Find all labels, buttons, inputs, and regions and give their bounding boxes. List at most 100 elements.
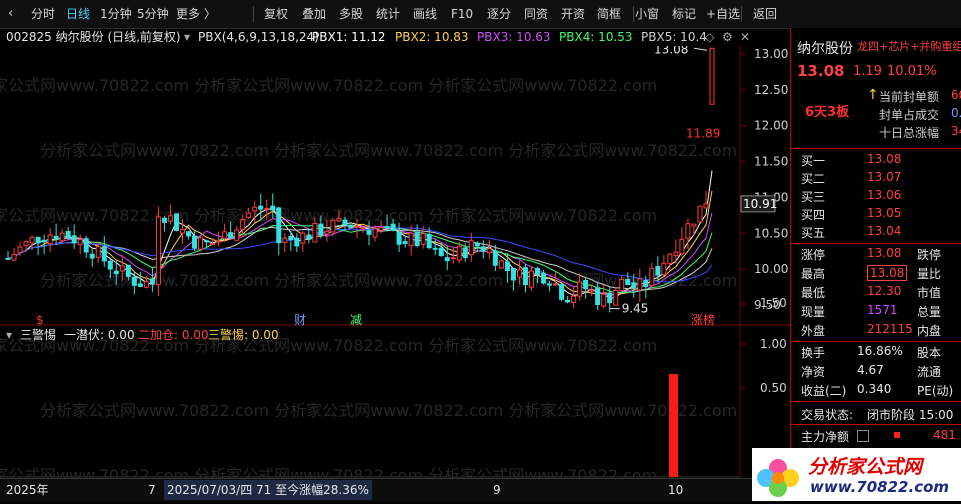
concept-tags[interactable]: 龙四+芯片+并购重组 xyxy=(857,38,961,54)
pbx-label[interactable]: PBX(4,6,9,13,18,24) xyxy=(198,28,319,46)
stat-right-label: 内盘 xyxy=(917,324,942,338)
current-price-tag: 10.91 xyxy=(743,197,777,211)
candle-body xyxy=(474,242,480,247)
candle-body xyxy=(390,223,396,231)
candle-body xyxy=(498,260,504,269)
bid-price: 13.06 xyxy=(867,188,902,202)
candle-body xyxy=(119,265,125,272)
candle-body xyxy=(312,222,318,243)
y-axis-label: 12.00 xyxy=(754,119,788,133)
toolbar-item-13[interactable]: 开资 xyxy=(561,0,585,28)
toolbar-item-1[interactable]: 日线 xyxy=(66,0,90,28)
toolbar-item-16[interactable]: 标记 xyxy=(672,0,696,28)
dropdown-icon[interactable]: ▾ xyxy=(184,28,190,46)
event-marker: 财 xyxy=(294,313,306,327)
candle-body xyxy=(559,284,565,300)
limit-annotation: 11.89 xyxy=(686,127,720,141)
candle-body xyxy=(71,235,77,244)
candle-body xyxy=(228,232,234,239)
toolbar-item-2[interactable]: 1分钟 xyxy=(100,0,132,28)
candle-body xyxy=(186,231,192,237)
candle-body xyxy=(510,267,516,281)
toolbar-item-5[interactable]: 复权 xyxy=(264,0,288,28)
candle-body xyxy=(571,295,577,303)
toolbar-item-8[interactable]: 统计 xyxy=(376,0,400,28)
candle-body xyxy=(35,236,41,244)
candle-body xyxy=(198,237,204,250)
candle-body xyxy=(649,267,655,286)
toolbar-item-7[interactable]: 多股 xyxy=(339,0,363,28)
candle-body xyxy=(210,242,216,245)
toolbar-item-17[interactable]: +自选 xyxy=(706,0,740,28)
candle-body xyxy=(240,219,246,230)
toolbar: ‹ 分时 日线 1分钟 5分钟 更多 〉 复权 叠加 多股 统计 画线 F10 逐分 同资 开资 简框 小窗标… xyxy=(0,0,961,29)
candle-body xyxy=(528,270,534,288)
candle-body xyxy=(438,247,444,257)
candle-body xyxy=(426,234,432,249)
candle-body xyxy=(149,278,155,285)
seal-ratio-value: 0.7 xyxy=(951,106,961,120)
seal-ratio-label: 封单占成交 xyxy=(879,108,940,122)
sub-y-axis-label: 1.50 xyxy=(760,296,787,310)
pbx2-value: PBX2: 10.83 xyxy=(395,30,469,44)
toolbar-item-11[interactable]: 逐分 xyxy=(487,0,511,28)
candle-body xyxy=(396,231,402,245)
toolbar-item-4[interactable]: 更多 〉 xyxy=(176,0,216,28)
sub-item-1: 一潜伏: 0.00 xyxy=(64,328,135,342)
time-axis-bar: 2025年 7 2025/07/03/四 71 至今涨幅28.36% 9 10 xyxy=(0,478,790,502)
sub-y-axis-label: 1.00 xyxy=(760,337,787,351)
settings-icon[interactable]: ⚙ xyxy=(722,28,733,46)
kline-chart[interactable]: 分析家公式网www.70822.com 分析家公式网www.70822.com … xyxy=(0,46,790,478)
stat-value: 13.08 xyxy=(867,246,902,260)
toolbar-item-14[interactable]: 简框 xyxy=(597,0,621,28)
trade-status-label: 交易状态: xyxy=(801,408,854,422)
candle-body xyxy=(360,227,366,230)
candle-body xyxy=(378,226,384,231)
stat-value: 1571 xyxy=(867,303,898,317)
stat2-value: 16.86% xyxy=(857,344,903,358)
prev-icon[interactable]: ‹ xyxy=(8,0,13,28)
toolbar-item-15[interactable]: 小窗 xyxy=(635,0,659,28)
toolbar-item-6[interactable]: 叠加 xyxy=(302,0,326,28)
candle-body xyxy=(270,205,276,211)
candle-body xyxy=(408,232,414,246)
candle-body xyxy=(348,224,354,229)
candle-body xyxy=(216,240,222,243)
candle-body xyxy=(709,47,715,105)
toolbar-item-12[interactable]: 同资 xyxy=(524,0,548,28)
expand-icon[interactable]: ◇ xyxy=(705,28,714,46)
stat-label: 涨停 xyxy=(801,248,826,262)
candle-body xyxy=(131,276,137,286)
toolbar-separator xyxy=(253,6,254,22)
candle-body xyxy=(192,235,198,249)
toolbar-item-18[interactable]: 返回 xyxy=(753,0,777,28)
candle-body xyxy=(601,293,607,307)
logo-text: 分析家公式网 xyxy=(808,456,923,478)
sub-item-3: 三警惕: 0.00 xyxy=(208,328,279,342)
candle-body xyxy=(414,231,420,247)
toolbar-item-9[interactable]: 画线 xyxy=(413,0,437,28)
candle-body xyxy=(366,230,372,235)
toolbar-item-3[interactable]: 5分钟 xyxy=(137,0,169,28)
y-axis-label: 12.50 xyxy=(754,83,788,97)
flame-icon: ↑ xyxy=(867,87,879,103)
bid-price: 13.08 xyxy=(867,152,902,166)
sub-dropdown-icon[interactable]: ▾ xyxy=(6,327,12,343)
candle-body xyxy=(234,229,240,241)
table-icon[interactable] xyxy=(857,430,869,442)
candle-body xyxy=(625,279,631,285)
candle-body xyxy=(167,215,173,222)
candle-body xyxy=(264,208,270,211)
candle-body xyxy=(179,229,185,234)
candle-body xyxy=(583,279,589,290)
stat-label: 现量 xyxy=(801,305,826,319)
toolbar-item-0[interactable]: 分时 xyxy=(31,0,55,28)
bid-price: 13.05 xyxy=(867,206,902,220)
sub-indicator-name[interactable]: 三警惕 xyxy=(20,327,56,343)
stat2-label: 换手 xyxy=(801,346,826,360)
toolbar-item-10[interactable]: F10 xyxy=(451,0,473,28)
candle-body xyxy=(384,226,390,229)
candle-body xyxy=(637,278,643,291)
stat-value: 13.08 xyxy=(867,265,908,281)
close-icon[interactable]: ✕ xyxy=(740,28,750,46)
